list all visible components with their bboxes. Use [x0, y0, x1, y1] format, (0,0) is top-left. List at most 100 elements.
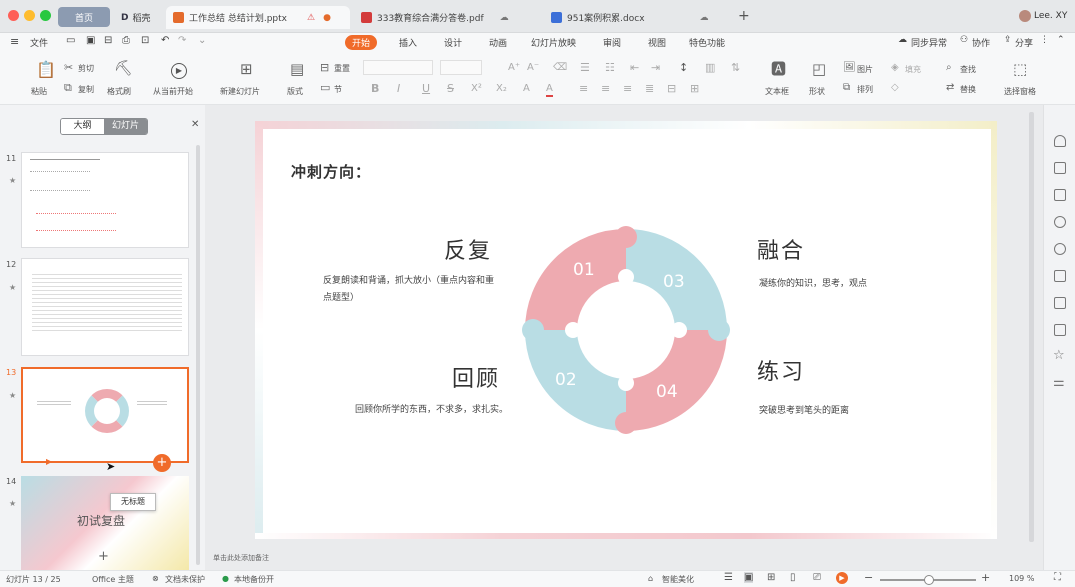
layout-icon[interactable]: ▤ — [290, 62, 304, 77]
align-text-icon[interactable]: ⊞ — [690, 82, 699, 95]
fill-icon[interactable]: ◈ — [891, 61, 899, 74]
paste-icon[interactable]: 📋 — [36, 62, 56, 78]
export-pdf-icon[interactable] — [1054, 297, 1066, 309]
menu-design[interactable]: 设计 — [444, 36, 462, 49]
align-right-icon[interactable]: ≡ — [623, 82, 632, 95]
slide-sorter-icon[interactable]: ⊞ — [767, 572, 775, 583]
save-icon[interactable]: ▣ — [86, 35, 95, 46]
play-slideshow-icon[interactable]: ▶ — [836, 572, 848, 584]
menu-home[interactable]: 开始 — [345, 35, 378, 50]
fill-button[interactable]: 填充 — [905, 64, 921, 75]
theme-name[interactable]: Office 主题 — [92, 574, 134, 585]
font-name-select[interactable] — [363, 60, 433, 75]
menu-slideshow[interactable]: 幻灯片放映 — [531, 36, 576, 49]
increase-font-icon[interactable]: A⁺ — [508, 61, 520, 74]
record-icon[interactable] — [1054, 243, 1066, 255]
tab-pdf[interactable]: 333教育综合满分答卷.pdf ☁ — [354, 6, 534, 29]
layout-button[interactable]: 版式 — [287, 86, 303, 97]
close-icon[interactable]: ● — [323, 13, 331, 23]
add-slide-button[interactable]: + — [153, 454, 171, 472]
zoom-out-icon[interactable]: − — [864, 571, 873, 584]
share-icon[interactable]: ⇪ — [1004, 35, 1012, 45]
more-icon[interactable]: ⋮ — [1040, 35, 1049, 45]
avatar[interactable] — [1019, 10, 1031, 22]
presenter-view-icon[interactable]: ⎚ — [813, 572, 821, 583]
new-tab-button[interactable]: + — [738, 8, 750, 24]
shape-button[interactable]: 形状 — [809, 86, 825, 97]
user-name[interactable]: Lee. XY — [1034, 11, 1067, 21]
sync-icon[interactable]: ☁ — [898, 35, 907, 45]
beautify-icon[interactable]: ⌂ — [648, 574, 653, 583]
shape-icon[interactable]: ◰ — [812, 62, 826, 77]
italic-icon[interactable]: I — [397, 82, 400, 95]
collab-icon[interactable]: ⚇ — [960, 35, 968, 45]
justify-icon[interactable]: ≣ — [645, 82, 654, 95]
hamburger-icon[interactable]: ≡ — [10, 35, 19, 48]
bold-icon[interactable]: B — [371, 82, 379, 95]
template-icon[interactable] — [1054, 162, 1066, 174]
section-icon[interactable]: ▭ — [320, 81, 330, 94]
align-left-icon[interactable]: ≡ — [579, 82, 588, 95]
new-slide-icon[interactable]: ⊞ — [240, 62, 253, 77]
open-folder-icon[interactable]: ▭ — [66, 35, 75, 46]
slide-heading[interactable]: 冲刺方向： — [291, 161, 371, 182]
close-window-button[interactable] — [8, 10, 19, 21]
share-button[interactable]: 分享 — [1015, 36, 1033, 49]
copy-icon[interactable]: ⧉ — [64, 81, 72, 94]
sync-status[interactable]: 同步异常 — [911, 36, 947, 49]
play-icon[interactable]: ▶ — [171, 63, 187, 79]
cut-button[interactable]: 剪切 — [78, 63, 94, 74]
font-size-select[interactable] — [440, 60, 482, 75]
numbered-list-icon[interactable]: ☷ — [605, 61, 615, 74]
settings-sliders-icon[interactable]: ⚌ — [1053, 375, 1065, 390]
arrange-icon[interactable]: ⧉ — [843, 81, 850, 94]
protect-status[interactable]: 文档未保护 — [165, 574, 205, 585]
smart-design-icon[interactable] — [1054, 189, 1066, 201]
star-icon[interactable]: ☆ — [1053, 348, 1065, 363]
menu-file[interactable]: 文件 — [30, 36, 48, 49]
slide-thumbnail-12[interactable] — [21, 258, 189, 356]
object-properties-icon[interactable] — [1054, 135, 1066, 147]
copy-button[interactable]: 复制 — [78, 84, 94, 95]
quadrant-3-desc[interactable]: 回顾你所学的东西，不求多，求扎实。 — [355, 402, 531, 419]
paste-button[interactable]: 粘贴 — [31, 86, 47, 97]
print-preview-icon[interactable]: ⊡ — [141, 35, 149, 46]
quadrant-4-desc[interactable]: 突破思考到笔头的距离 — [759, 403, 929, 416]
beautify-button[interactable]: 智能美化 — [662, 574, 694, 585]
material-icon[interactable] — [1054, 270, 1066, 282]
format-painter-icon[interactable]: ⛏ — [114, 61, 133, 76]
replace-icon[interactable]: ⇄ — [946, 81, 954, 94]
strikethrough-icon[interactable]: S — [447, 82, 454, 95]
superscript-icon[interactable]: X² — [471, 82, 482, 95]
maximize-window-button[interactable] — [40, 10, 51, 21]
print-icon[interactable]: ⎙ — [122, 35, 130, 46]
select-pane-icon[interactable]: ⬚ — [1013, 62, 1027, 77]
picture-button[interactable]: 图片 — [857, 64, 873, 75]
undo-icon[interactable]: ↶ — [161, 35, 169, 46]
collapse-ribbon-icon[interactable]: ⌃ — [1057, 35, 1065, 45]
zoom-level[interactable]: 109 % — [1009, 574, 1034, 583]
notes-placeholder[interactable]: 单击此处添加备注 — [213, 553, 269, 563]
find-button[interactable]: 查找 — [960, 64, 976, 75]
quadrant-4-title[interactable]: 练习 — [757, 354, 805, 386]
tab-outline[interactable]: 大纲 — [61, 119, 104, 134]
quadrant-2-desc[interactable]: 凝练你的知识，思考，观点 — [759, 276, 929, 289]
zoom-in-icon[interactable]: + — [981, 571, 990, 584]
font-color-icon[interactable]: A — [546, 82, 553, 97]
align-center-icon[interactable]: ≡ — [601, 82, 610, 95]
text-box-icon[interactable]: 🅰 — [771, 62, 786, 77]
text-direction-icon[interactable]: ⇅ — [731, 61, 740, 74]
indent-decrease-icon[interactable]: ⇤ — [630, 61, 639, 74]
distribute-icon[interactable]: ⊟ — [667, 82, 676, 95]
zoom-slider[interactable] — [880, 575, 976, 585]
quadrant-1-desc[interactable]: 反复朗读和背诵，抓大放小（重点内容和重点题型） — [323, 273, 499, 307]
play-slide-icon[interactable]: ▶ — [46, 457, 52, 466]
clear-format-icon[interactable]: ⌫ — [553, 61, 567, 74]
slide-thumbnail-13[interactable] — [21, 367, 189, 463]
history-icon[interactable] — [1054, 216, 1066, 228]
quadrant-2-title[interactable]: 融合 — [757, 233, 805, 265]
reset-button[interactable]: 重置 — [334, 63, 350, 74]
collab-button[interactable]: 协作 — [972, 36, 990, 49]
cut-icon[interactable]: ✂ — [64, 61, 73, 74]
picture-icon[interactable]: 🖼 — [843, 61, 856, 74]
